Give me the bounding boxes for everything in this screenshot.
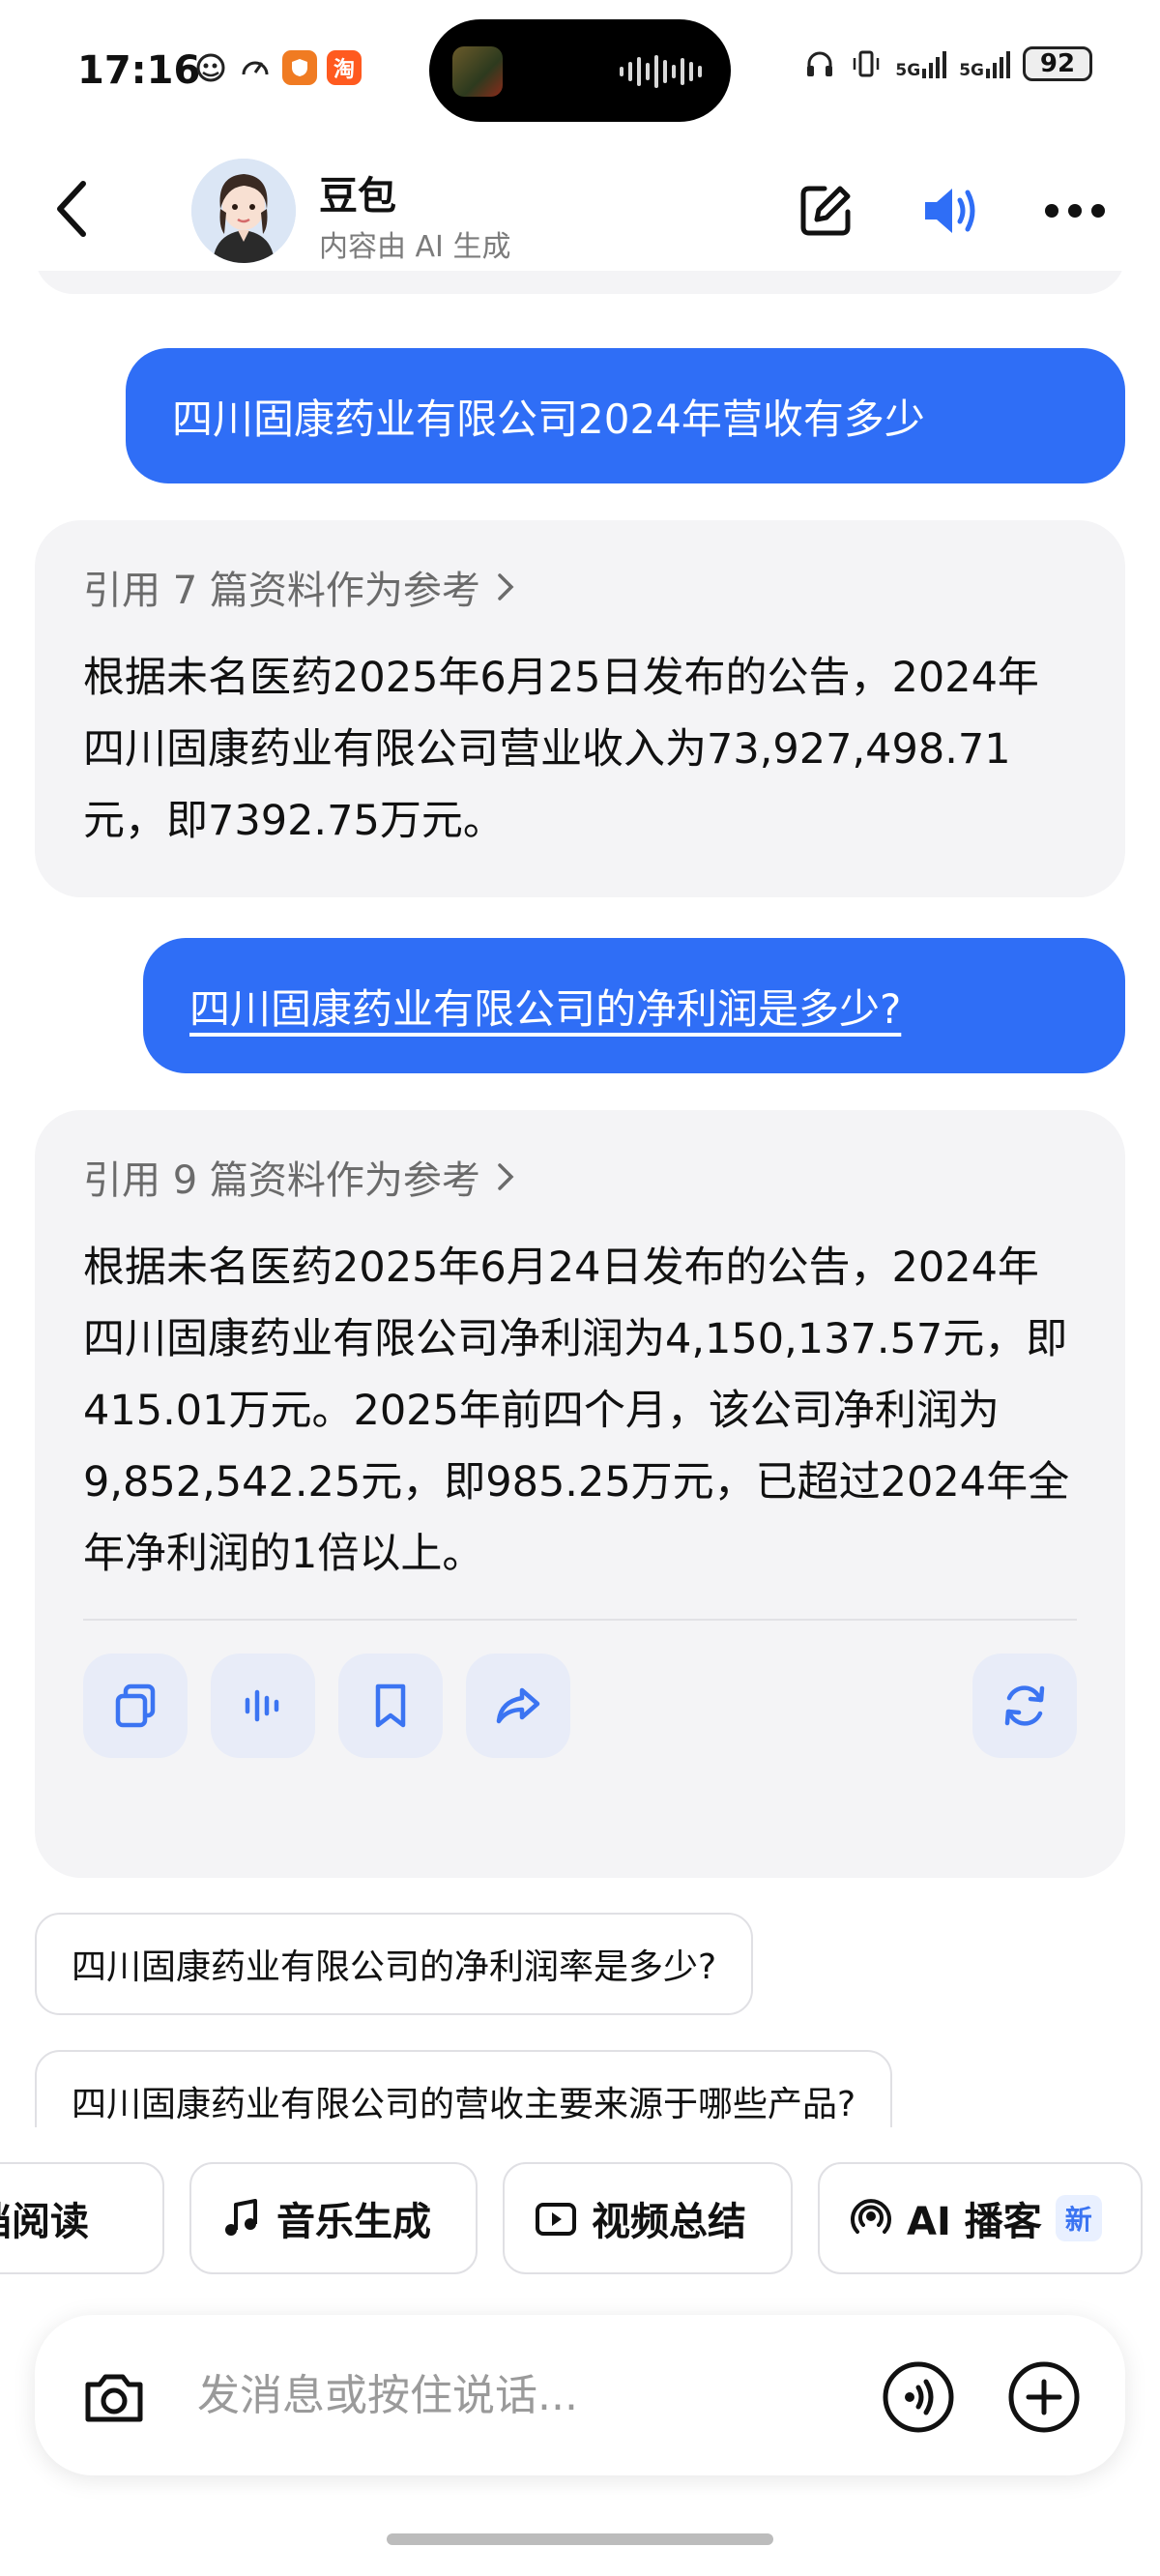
regenerate-button[interactable] [972, 1654, 1077, 1758]
copy-icon [115, 1683, 156, 1728]
new-badge: 新 [1055, 2195, 1102, 2241]
ai-generated-notice: 内容由 AI 生成 [319, 230, 511, 264]
tool-shortcuts[interactable]: 文档阅读 音乐生成 视频总结 AI 播客 新 [0, 2162, 1160, 2278]
voice-playback-button[interactable] [916, 176, 986, 246]
new-chat-button[interactable] [791, 176, 860, 246]
references-link[interactable]: 引用 7 篇资料作为参考 [83, 559, 517, 615]
message-composer [35, 2315, 1125, 2475]
media-thumbnail [452, 46, 503, 97]
speed-icon [238, 50, 273, 85]
chevron-right-icon [498, 1163, 514, 1190]
chat-header: 豆包 内容由 AI 生成 [0, 145, 1160, 271]
taobao-icon: 淘 [327, 50, 362, 85]
copy-button[interactable] [83, 1654, 188, 1758]
network-label: 5G [959, 61, 984, 80]
tool-music-generation[interactable]: 音乐生成 [189, 2162, 478, 2274]
bookmark-button[interactable] [338, 1654, 443, 1758]
signal-bars-icon [922, 51, 947, 78]
signal-2: 5G [959, 49, 1011, 80]
podcast-icon [851, 2199, 891, 2234]
tool-video-summary[interactable]: 视频总结 [503, 2162, 793, 2274]
video-icon [536, 2203, 576, 2236]
status-bar: 17:16 淘 5G 5G 92 [0, 0, 1160, 135]
headphones-icon [802, 46, 837, 81]
response-actions [83, 1654, 1077, 1758]
network-label: 5G [895, 61, 921, 80]
more-dots-icon [1045, 204, 1105, 218]
references-label: 引用 9 篇资料作为参考 [83, 1158, 480, 1203]
dynamic-island[interactable] [429, 19, 731, 122]
tool-document-reading[interactable]: 文档阅读 [0, 2162, 164, 2274]
status-time: 17:16 [77, 48, 201, 93]
tool-label: 视频总结 [592, 2200, 746, 2244]
more-button[interactable] [1040, 176, 1110, 246]
signal-bars-icon [986, 51, 1010, 78]
read-aloud-button[interactable] [211, 1654, 315, 1758]
previous-message-card [35, 271, 1125, 294]
ai-response-card: 引用 7 篇资料作为参考 根据未名医药2025年6月25日发布的公告，2024年… [35, 520, 1125, 897]
music-note-icon [225, 2199, 257, 2236]
suggested-question[interactable]: 四川固康药业有限公司的净利润率是多少? [35, 1913, 754, 2015]
chat-area[interactable]: 四川固康药业有限公司2024年营收有多少 引用 7 篇资料作为参考 根据未名医药… [0, 271, 1160, 2127]
user-message[interactable]: 四川固康药业有限公司2024年营收有多少 [126, 348, 1125, 483]
voice-call-button[interactable] [882, 2360, 955, 2434]
home-indicator[interactable] [387, 2533, 773, 2545]
add-attachment-button[interactable] [1007, 2360, 1081, 2434]
bookmark-icon [375, 1683, 406, 1728]
ai-response-card: 引用 9 篇资料作为参考 根据未名医药2025年6月24日发布的公告，2024年… [35, 1110, 1125, 1878]
plus-circle-icon [1008, 2361, 1080, 2433]
chevron-left-icon [57, 181, 86, 237]
speaker-icon [925, 189, 975, 233]
tool-label: AI 播客 [907, 2200, 1042, 2244]
wechat-icon [193, 50, 228, 85]
tool-label: 文档阅读 [0, 2200, 89, 2244]
divider [83, 1619, 1077, 1621]
user-message[interactable]: 四川固康药业有限公司的净利润是多少? [143, 938, 1125, 1073]
suggested-question[interactable]: 四川固康药业有限公司的营收主要来源于哪些产品? [35, 2050, 893, 2127]
avatar[interactable] [191, 159, 296, 263]
back-button[interactable] [43, 174, 101, 244]
tool-ai-podcast[interactable]: AI 播客 新 [818, 2162, 1143, 2274]
ai-response-text: 根据未名医药2025年6月25日发布的公告，2024年四川固康药业有限公司营业收… [83, 654, 1039, 845]
references-label: 引用 7 篇资料作为参考 [83, 569, 480, 613]
shield-app-icon [282, 50, 317, 85]
chevron-right-icon [498, 573, 514, 600]
system-icons: 5G 5G 92 [802, 46, 1092, 81]
references-link[interactable]: 引用 9 篇资料作为参考 [83, 1149, 517, 1205]
tool-label: 音乐生成 [276, 2200, 431, 2244]
battery-indicator: 92 [1023, 46, 1092, 81]
audio-wave-icon [620, 54, 702, 89]
bot-name: 豆包 [319, 174, 396, 219]
refresh-icon [1004, 1685, 1045, 1726]
signal-1: 5G [895, 49, 947, 80]
share-icon [496, 1687, 540, 1724]
notification-icons: 淘 [193, 50, 362, 85]
camera-button[interactable] [77, 2360, 151, 2434]
voice-call-icon [883, 2361, 954, 2433]
camera-icon [85, 2374, 143, 2422]
share-button[interactable] [466, 1654, 570, 1758]
voice-wave-icon [245, 1689, 279, 1722]
user-message-text: 四川固康药业有限公司的净利润是多少? [189, 984, 902, 1033]
user-message-text: 四川固康药业有限公司2024年营收有多少 [172, 395, 925, 443]
vibrate-icon [849, 46, 884, 81]
ai-response-text: 根据未名医药2025年6月24日发布的公告，2024年四川固康药业有限公司净利润… [83, 1244, 1070, 1578]
message-input[interactable] [197, 2354, 893, 2437]
edit-icon [800, 186, 851, 236]
